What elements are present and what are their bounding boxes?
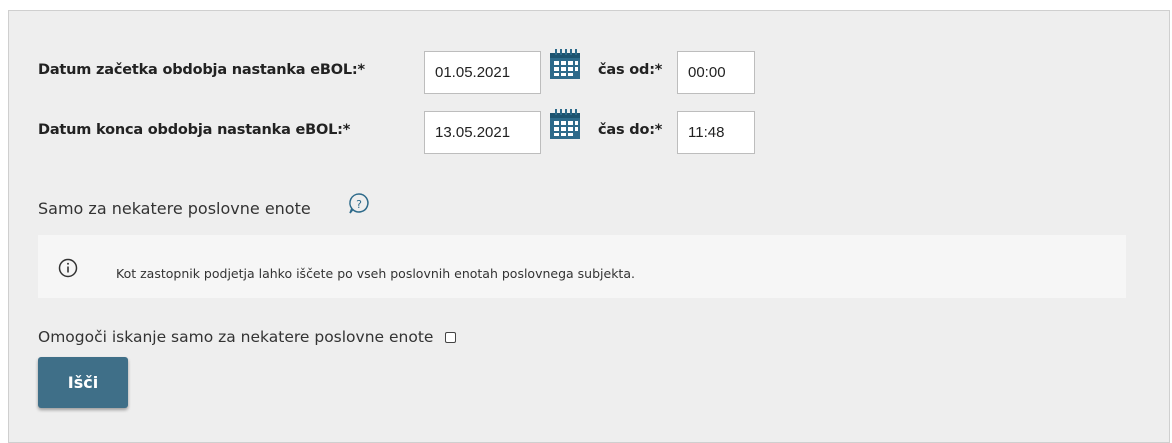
help-icon[interactable]: ? bbox=[347, 192, 371, 216]
end-date-label: Datum konca obdobja nastanka eBOL:* bbox=[38, 122, 351, 138]
checkbox-label: Omogoči iskanje samo za nekatere poslovn… bbox=[38, 328, 434, 346]
info-text: Kot zastopnik podjetja lahko iščete po v… bbox=[116, 266, 635, 281]
time-from-input[interactable] bbox=[677, 51, 755, 94]
time-from-label: čas od:* bbox=[598, 62, 663, 78]
svg-text:?: ? bbox=[356, 198, 362, 211]
search-button[interactable]: Išči bbox=[38, 357, 128, 408]
time-to-input[interactable] bbox=[677, 111, 755, 154]
info-box: Kot zastopnik podjetja lahko iščete po v… bbox=[38, 235, 1126, 298]
info-icon bbox=[58, 258, 78, 278]
units-checkbox[interactable] bbox=[445, 332, 456, 343]
time-to-label: čas do:* bbox=[598, 122, 663, 138]
calendar-icon[interactable] bbox=[548, 107, 582, 141]
units-section-label: Samo za nekatere poslovne enote bbox=[38, 199, 311, 218]
calendar-icon[interactable] bbox=[548, 47, 582, 81]
end-date-input[interactable] bbox=[424, 111, 541, 154]
start-date-input[interactable] bbox=[424, 51, 541, 94]
start-date-label: Datum začetka obdobja nastanka eBOL:* bbox=[38, 62, 365, 78]
